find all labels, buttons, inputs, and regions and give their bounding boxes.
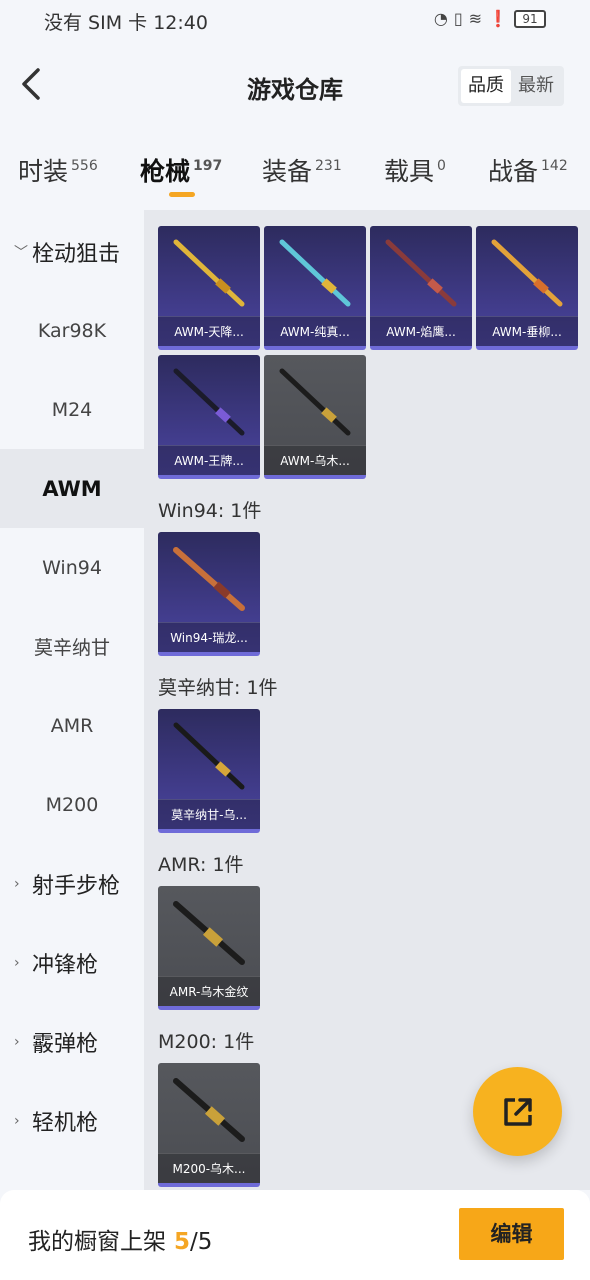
rifle-icon: [173, 239, 245, 307]
weapon-card[interactable]: AWM-垂柳...: [476, 226, 578, 350]
wifi-icon: ≋: [468, 9, 483, 28]
weapon-card[interactable]: Win94-瑞龙...: [158, 532, 260, 656]
sidebar-item-m200[interactable]: M200: [0, 765, 144, 844]
header: 游戏仓库 品质 最新: [0, 40, 590, 136]
sort-latest-button[interactable]: 最新: [511, 69, 561, 103]
sidebar-item-awm[interactable]: AWM: [0, 449, 144, 528]
carrier-text: 没有 SIM 卡: [44, 12, 148, 34]
section-label-mosin: 莫辛纳甘: 1件: [158, 677, 278, 699]
tab-guns[interactable]: 枪械 197: [140, 152, 222, 188]
chevron-down-icon: ﹀: [14, 244, 28, 261]
tab-vehicles[interactable]: 载具 0: [384, 152, 446, 188]
weapon-sidebar: ﹀ 栓动狙击 Kar98K M24 AWM Win94 莫辛纳甘 AMR M200…: [0, 210, 144, 1190]
tab-active-indicator: [169, 192, 195, 197]
rifle-icon: [491, 239, 563, 307]
showcase-count-total: /5: [190, 1229, 213, 1255]
showcase-label: 我的橱窗上架: [28, 1229, 166, 1255]
sort-toggle: 品质 最新: [458, 66, 564, 106]
section-label-m200: M200: 1件: [158, 1031, 255, 1053]
sidebar-group-lmg[interactable]: › 轻机枪: [0, 1081, 144, 1160]
battery-icon: 91: [514, 9, 546, 28]
sidebar-group-marksman[interactable]: › 射手步枪: [0, 844, 144, 923]
rifle-icon: [385, 239, 457, 307]
chevron-right-icon: ›: [14, 1112, 20, 1129]
weapon-card[interactable]: AWM-天降...: [158, 226, 260, 350]
vibrate-icon: ▯: [453, 9, 463, 28]
rifle-icon: [173, 1078, 245, 1142]
weapon-card[interactable]: AWM-乌木...: [264, 355, 366, 479]
chevron-right-icon: ›: [14, 875, 20, 892]
rifle-icon: [279, 239, 351, 307]
weapon-card[interactable]: M200-乌木...: [158, 1063, 260, 1187]
sidebar-group-shotgun[interactable]: › 霰弹枪: [0, 1002, 144, 1081]
sidebar-item-win94[interactable]: Win94: [0, 528, 144, 607]
rifle-icon: [173, 547, 245, 611]
status-bar: 没有 SIM 卡 12:40 ◔ ▯ ≋ ❗ 91: [0, 0, 590, 40]
external-link-icon: [503, 1097, 532, 1126]
weapon-card[interactable]: AWM-王牌...: [158, 355, 260, 479]
sidebar-group-bolt-sniper[interactable]: ﹀ 栓动狙击: [0, 212, 144, 291]
weapon-grid: AWM-天降... AWM-纯真... AWM-焰鹰... AWM-垂柳... …: [144, 210, 590, 1190]
category-tabs: 时装 556 枪械 197 装备 231 载具 0 战备 142: [0, 140, 590, 210]
tab-fashion[interactable]: 时装 556: [18, 152, 98, 188]
tab-supplies[interactable]: 战备 142: [488, 152, 568, 188]
weapon-card[interactable]: 莫辛纳甘-乌...: [158, 709, 260, 833]
rifle-icon: [173, 722, 245, 790]
clock: 12:40: [153, 12, 208, 34]
section-label-win94: Win94: 1件: [158, 500, 262, 522]
sort-quality-button[interactable]: 品质: [461, 69, 511, 103]
tab-equipment[interactable]: 装备 231: [262, 152, 342, 188]
rifle-icon: [173, 901, 245, 965]
alert-icon: ❗: [488, 9, 508, 28]
sidebar-item-m24[interactable]: M24: [0, 370, 144, 449]
rifle-icon: [173, 368, 245, 436]
sidebar-item-amr[interactable]: AMR: [0, 686, 144, 765]
weapon-card[interactable]: AWM-纯真...: [264, 226, 366, 350]
data-speed-icon: ◔: [433, 9, 448, 28]
sidebar-group-smg[interactable]: › 冲锋枪: [0, 923, 144, 1002]
rifle-icon: [279, 368, 351, 436]
showcase-bar: 我的橱窗上架 5/5 编辑: [0, 1190, 590, 1280]
share-fab-button[interactable]: [473, 1067, 562, 1156]
sidebar-item-kar98k[interactable]: Kar98K: [0, 291, 144, 370]
edit-button[interactable]: 编辑: [459, 1208, 564, 1260]
sidebar-item-mosin[interactable]: 莫辛纳甘: [0, 607, 144, 686]
showcase-count-current: 5: [174, 1229, 191, 1255]
chevron-right-icon: ›: [14, 954, 20, 971]
section-label-amr: AMR: 1件: [158, 854, 244, 876]
weapon-card[interactable]: AWM-焰鹰...: [370, 226, 472, 350]
chevron-right-icon: ›: [14, 1033, 20, 1050]
weapon-card[interactable]: AMR-乌木金纹: [158, 886, 260, 1010]
